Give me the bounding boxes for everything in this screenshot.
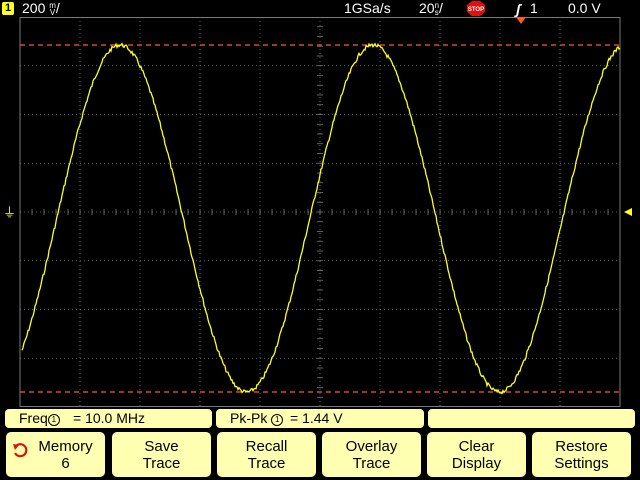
softkey-label-line1: Save bbox=[144, 437, 179, 455]
empty-measurement-slot bbox=[428, 409, 635, 428]
peak-to-peak-value: = 1.44 V bbox=[290, 410, 343, 426]
channel-1-icon: 1 bbox=[47, 414, 60, 426]
time-scale-slash: / bbox=[439, 0, 443, 16]
channel-badge[interactable]: 1 bbox=[2, 2, 14, 15]
run-state-label: STOP bbox=[468, 7, 484, 13]
vertical-scale-unit: mV bbox=[49, 1, 56, 18]
trigger-position-marker[interactable] bbox=[516, 17, 526, 24]
softkey-label-line2: Display bbox=[451, 454, 502, 472]
vertical-scale-slash: / bbox=[55, 0, 60, 16]
softkey-label-line1: Recall bbox=[245, 437, 288, 455]
frequency-measurement: Freq 1 = 10.0 MHz bbox=[5, 409, 212, 428]
grid-lines bbox=[19, 17, 621, 407]
ground-reference-marker[interactable]: ⏚ bbox=[3, 205, 16, 220]
softkey-label-line1: Clear bbox=[458, 437, 495, 455]
trigger-level-marker[interactable] bbox=[624, 208, 632, 216]
rotate-knob-icon bbox=[13, 443, 28, 458]
time-scale-value: 20 bbox=[419, 0, 435, 16]
save-trace-softkey[interactable]: Save Trace bbox=[112, 432, 211, 477]
recall-trace-softkey[interactable]: Recall Trace bbox=[217, 432, 316, 477]
softkey-label-line2: Settings bbox=[554, 454, 609, 472]
measurement-bar: Freq 1 = 10.0 MHz Pk-Pk 1 = 1.44 V bbox=[0, 407, 640, 429]
softkey-bar: Memory 6 Save Trace Recall Trace Overlay… bbox=[0, 430, 640, 480]
sample-rate: 1GSa/s bbox=[344, 0, 391, 16]
channel-1-trace bbox=[21, 42, 621, 395]
graticule: ⏚ bbox=[3, 17, 632, 407]
vertical-scale[interactable]: 200 mV / bbox=[22, 0, 60, 17]
overlay-trace-softkey[interactable]: Overlay Trace bbox=[322, 432, 421, 477]
softkey-label-line1: Restore bbox=[555, 437, 608, 455]
rising-edge-trigger-icon[interactable]: ʃ bbox=[516, 1, 520, 18]
memory-softkey[interactable]: Memory 6 bbox=[6, 432, 105, 477]
peak-to-peak-measurement: Pk-Pk 1 = 1.44 V bbox=[216, 409, 424, 428]
peak-to-peak-label: Pk-Pk 1 bbox=[230, 409, 284, 428]
status-bar: 1 200 mV / 1GSa/s 20 ns / STOP ʃ 1 0.0 V bbox=[0, 0, 640, 17]
waveform-display[interactable]: ⏚ bbox=[0, 17, 640, 407]
restore-settings-softkey[interactable]: Restore Settings bbox=[532, 432, 631, 477]
frequency-value: = 10.0 MHz bbox=[73, 410, 145, 426]
channel-1-icon: 1 bbox=[271, 414, 284, 426]
softkey-label-line2: Trace bbox=[142, 454, 181, 472]
trigger-level[interactable]: 0.0 V bbox=[568, 0, 601, 17]
clear-display-softkey[interactable]: Clear Display bbox=[427, 432, 526, 477]
frequency-label: Freq 1 bbox=[19, 409, 60, 428]
softkey-label-line1: Overlay bbox=[345, 437, 398, 455]
trigger-source[interactable]: 1 bbox=[530, 0, 538, 17]
vertical-scale-value: 200 bbox=[22, 0, 46, 16]
time-scale[interactable]: 20 ns / bbox=[419, 0, 443, 17]
softkey-label-line2: Trace bbox=[352, 454, 391, 472]
softkey-label-line2: Trace bbox=[247, 454, 286, 472]
stop-icon[interactable]: STOP bbox=[467, 1, 485, 16]
